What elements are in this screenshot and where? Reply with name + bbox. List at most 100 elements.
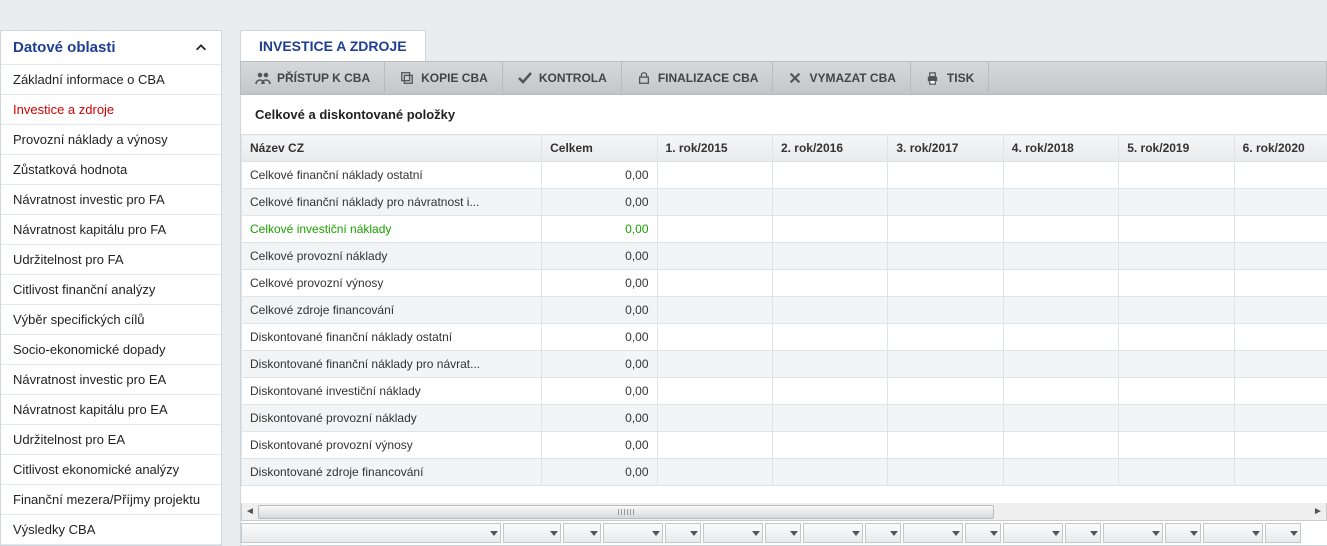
- filter-dropdown[interactable]: [503, 523, 561, 543]
- cell-year: [1234, 297, 1327, 324]
- filter-dropdown[interactable]: [1003, 523, 1063, 543]
- table-row[interactable]: Diskontované zdroje financování0,00: [242, 459, 1327, 486]
- cell-year: [772, 324, 887, 351]
- cell-year: [1234, 324, 1327, 351]
- cell-year: [1003, 351, 1118, 378]
- copy-button[interactable]: KOPIE CBA: [385, 62, 503, 94]
- column-header-year-2[interactable]: 3. rok/2017: [888, 135, 1003, 162]
- cell-year: [1234, 378, 1327, 405]
- cell-year: [657, 351, 772, 378]
- table-row[interactable]: Diskontované finanční náklady ostatní0,0…: [242, 324, 1327, 351]
- caret-down-icon: [990, 531, 998, 536]
- column-header-year-5[interactable]: 6. rok/2020: [1234, 135, 1327, 162]
- cell-year: [1234, 270, 1327, 297]
- toolbar: PŘÍSTUP K CBA KOPIE CBA KONTROLA FINALIZ…: [240, 61, 1327, 95]
- sidebar-item-11[interactable]: Návratnost kapitálu pro EA: [1, 395, 221, 425]
- table-row[interactable]: Celkové finanční náklady ostatní0,00: [242, 162, 1327, 189]
- scroll-track[interactable]: [258, 505, 1310, 519]
- column-header-name[interactable]: Název CZ: [242, 135, 542, 162]
- sidebar-item-2[interactable]: Provozní náklady a výnosy: [1, 125, 221, 155]
- cell-year: [888, 297, 1003, 324]
- cell-total: 0,00: [542, 162, 657, 189]
- table-row[interactable]: Celkové investiční náklady0,00: [242, 216, 1327, 243]
- access-button[interactable]: PŘÍSTUP K CBA: [241, 62, 385, 94]
- check-button[interactable]: KONTROLA: [503, 62, 622, 94]
- cell-total: 0,00: [542, 243, 657, 270]
- filter-dropdown[interactable]: [965, 523, 1001, 543]
- sidebar-item-7[interactable]: Citlivost finanční analýzy: [1, 275, 221, 305]
- sidebar-item-14[interactable]: Finanční mezera/Příjmy projektu: [1, 485, 221, 515]
- table-row[interactable]: Diskontované investiční náklady0,00: [242, 378, 1327, 405]
- filter-dropdown[interactable]: [1265, 523, 1301, 543]
- column-header-total[interactable]: Celkem: [542, 135, 657, 162]
- table-row[interactable]: Celkové provozní výnosy0,00: [242, 270, 1327, 297]
- table-header-row: Název CZCelkem1. rok/20152. rok/20163. r…: [242, 135, 1327, 162]
- table-row[interactable]: Diskontované finanční náklady pro návrat…: [242, 351, 1327, 378]
- table-row[interactable]: Diskontované provozní náklady0,00: [242, 405, 1327, 432]
- column-header-year-3[interactable]: 4. rok/2018: [1003, 135, 1118, 162]
- filter-dropdown[interactable]: [665, 523, 701, 543]
- filter-dropdown[interactable]: [1203, 523, 1263, 543]
- cell-year: [1003, 459, 1118, 486]
- sidebar-item-6[interactable]: Udržitelnost pro FA: [1, 245, 221, 275]
- filter-dropdown[interactable]: [563, 523, 601, 543]
- caret-down-icon: [690, 531, 698, 536]
- cell-year: [657, 243, 772, 270]
- sidebar-item-5[interactable]: Návratnost kapitálu pro FA: [1, 215, 221, 245]
- scroll-right-arrow[interactable]: ►: [1310, 504, 1326, 520]
- sidebar-item-1[interactable]: Investice a zdroje: [1, 95, 221, 125]
- sidebar-item-12[interactable]: Udržitelnost pro EA: [1, 425, 221, 455]
- toolbar-label: PŘÍSTUP K CBA: [277, 71, 370, 85]
- print-button[interactable]: TISK: [911, 62, 989, 94]
- table-row[interactable]: Celkové provozní náklady0,00: [242, 243, 1327, 270]
- column-header-year-1[interactable]: 2. rok/2016: [772, 135, 887, 162]
- filter-dropdown[interactable]: [1103, 523, 1163, 543]
- tab-investice-a-zdroje[interactable]: INVESTICE A ZDROJE: [240, 30, 426, 61]
- sidebar-item-3[interactable]: Zůstatková hodnota: [1, 155, 221, 185]
- tab-label: INVESTICE A ZDROJE: [259, 38, 407, 54]
- caret-down-icon: [590, 531, 598, 536]
- sidebar-item-9[interactable]: Socio-ekonomické dopady: [1, 335, 221, 365]
- cell-name: Diskontované provozní náklady: [242, 405, 542, 432]
- filter-dropdown[interactable]: [703, 523, 763, 543]
- filter-dropdown[interactable]: [1065, 523, 1101, 543]
- column-header-year-0[interactable]: 1. rok/2015: [657, 135, 772, 162]
- filter-dropdown[interactable]: [865, 523, 901, 543]
- cell-year: [888, 216, 1003, 243]
- table-row[interactable]: Diskontované provozní výnosy0,00: [242, 432, 1327, 459]
- filter-dropdown[interactable]: [903, 523, 963, 543]
- sidebar-header[interactable]: Datové oblasti: [1, 31, 221, 65]
- section-title: Celkové a diskontované položky: [241, 95, 1327, 134]
- sidebar-item-15[interactable]: Výsledky CBA: [1, 515, 221, 545]
- sidebar-item-4[interactable]: Návratnost investic pro FA: [1, 185, 221, 215]
- filter-dropdown[interactable]: [241, 523, 501, 543]
- cell-name: Diskontované finanční náklady pro návrat…: [242, 351, 542, 378]
- scroll-left-arrow[interactable]: ◄: [242, 504, 258, 520]
- filter-dropdown[interactable]: [765, 523, 801, 543]
- caret-down-icon: [1052, 531, 1060, 536]
- cell-total: 0,00: [542, 189, 657, 216]
- cell-name: Diskontované provozní výnosy: [242, 432, 542, 459]
- delete-button[interactable]: VYMAZAT CBA: [773, 62, 910, 94]
- horizontal-scrollbar[interactable]: ◄ ►: [241, 503, 1327, 521]
- cell-year: [888, 459, 1003, 486]
- cell-year: [772, 216, 887, 243]
- sidebar-item-8[interactable]: Výběr specifických cílů: [1, 305, 221, 335]
- sidebar-item-13[interactable]: Citlivost ekonomické analýzy: [1, 455, 221, 485]
- cell-name: Diskontované investiční náklady: [242, 378, 542, 405]
- scroll-thumb[interactable]: [258, 505, 994, 519]
- table-row[interactable]: Celkové zdroje financování0,00: [242, 297, 1327, 324]
- filter-dropdown[interactable]: [1165, 523, 1201, 543]
- column-header-year-4[interactable]: 5. rok/2019: [1119, 135, 1234, 162]
- cell-year: [657, 324, 772, 351]
- filter-dropdown[interactable]: [603, 523, 663, 543]
- filter-dropdown[interactable]: [803, 523, 863, 543]
- sidebar-item-0[interactable]: Základní informace o CBA: [1, 65, 221, 95]
- cell-year: [1119, 270, 1234, 297]
- sidebar-item-10[interactable]: Návratnost investic pro EA: [1, 365, 221, 395]
- finalize-button[interactable]: FINALIZACE CBA: [622, 62, 774, 94]
- caret-down-icon: [852, 531, 860, 536]
- table-row[interactable]: Celkové finanční náklady pro návratnost …: [242, 189, 1327, 216]
- caret-down-icon: [790, 531, 798, 536]
- cell-total: 0,00: [542, 216, 657, 243]
